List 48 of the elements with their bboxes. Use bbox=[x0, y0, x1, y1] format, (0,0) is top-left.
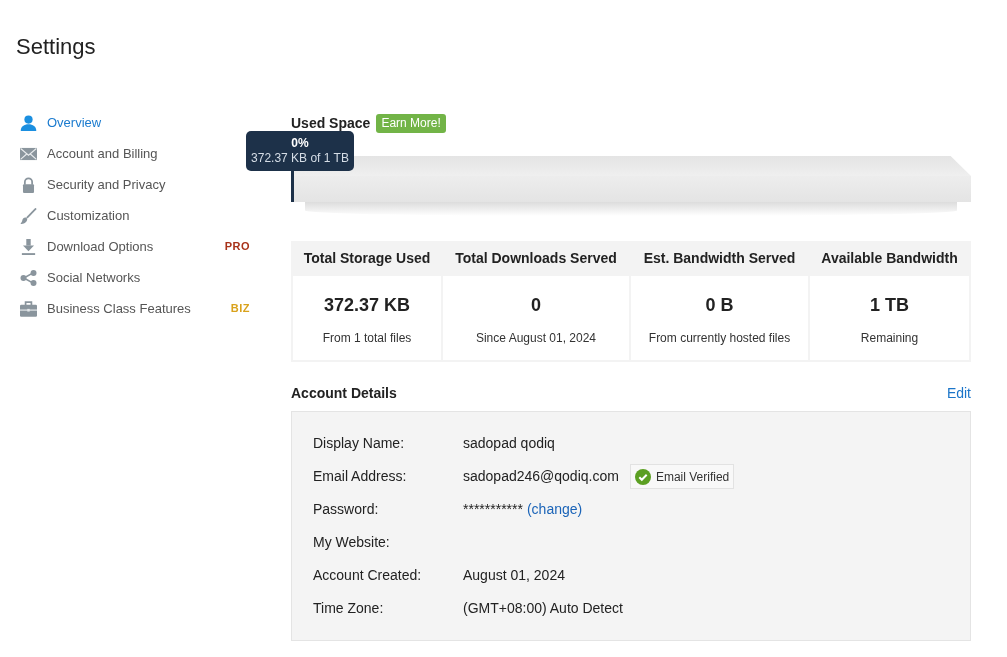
edit-link[interactable]: Edit bbox=[946, 382, 971, 404]
sidebar-item[interactable]: Business Class Features bbox=[20, 298, 191, 319]
field-label: Password: bbox=[313, 501, 379, 517]
stat-heading: Total Downloads Served bbox=[455, 249, 617, 268]
stat-note: Remaining bbox=[860, 330, 919, 346]
field-value: (GMT+08:00) Auto Detect bbox=[463, 599, 623, 618]
briefcase-icon bbox=[20, 300, 37, 317]
sidebar-item[interactable]: Customization bbox=[20, 205, 130, 226]
field-label: My Website: bbox=[313, 534, 390, 550]
field-value: sadopad qodiq bbox=[463, 434, 555, 453]
download-icon bbox=[20, 238, 37, 255]
section-title: Account Details bbox=[291, 383, 397, 403]
sidebar-item[interactable]: Overview bbox=[20, 112, 102, 133]
stat-heading: Total Storage Used bbox=[303, 249, 431, 268]
sidebar-item[interactable]: Download Options bbox=[20, 236, 154, 257]
sidebar-item[interactable]: Security and Privacy bbox=[20, 174, 166, 195]
field-value: *********** bbox=[463, 500, 523, 519]
plan-tag: BIZ bbox=[230, 300, 250, 317]
change-password-link[interactable]: (change) bbox=[526, 499, 583, 520]
field-value: sadopad246@qodiq.com bbox=[463, 467, 619, 486]
field-label: Email Address: bbox=[313, 468, 407, 484]
stat-value: 0 bbox=[531, 294, 541, 317]
plan-tag: PRO bbox=[224, 238, 250, 255]
lock-icon bbox=[20, 176, 37, 193]
field-label: Time Zone: bbox=[313, 600, 384, 616]
stat-note: From 1 total files bbox=[322, 330, 412, 346]
field-value: August 01, 2024 bbox=[463, 566, 565, 585]
section-title: Used Space bbox=[291, 113, 371, 133]
envelope-icon bbox=[20, 145, 37, 162]
field-label: Display Name: bbox=[313, 435, 405, 451]
share-icon bbox=[20, 269, 37, 286]
stat-heading: Available Bandwidth bbox=[821, 249, 958, 268]
sidebar-item[interactable]: Social Networks bbox=[20, 267, 141, 288]
user-icon bbox=[20, 114, 37, 131]
brush-icon bbox=[20, 207, 37, 224]
sidebar-item[interactable]: Account and Billing bbox=[20, 143, 158, 164]
stat-note: Since August 01, 2024 bbox=[475, 330, 597, 346]
stat-value: 0 B bbox=[705, 294, 734, 317]
stat-heading: Est. Bandwidth Served bbox=[643, 249, 796, 268]
usage-percent: 0% bbox=[291, 136, 309, 151]
stat-value: 1 TB bbox=[870, 294, 909, 317]
page-title: Settings bbox=[16, 34, 96, 60]
check-circle-icon bbox=[634, 468, 651, 485]
stat-note: From currently hosted files bbox=[648, 330, 791, 346]
field-label: Account Created: bbox=[313, 567, 422, 583]
usage-detail: 372.37 KB of 1 TB bbox=[251, 151, 349, 166]
stat-value: 372.37 KB bbox=[323, 294, 411, 317]
verified-text: Email Verified bbox=[655, 468, 730, 486]
